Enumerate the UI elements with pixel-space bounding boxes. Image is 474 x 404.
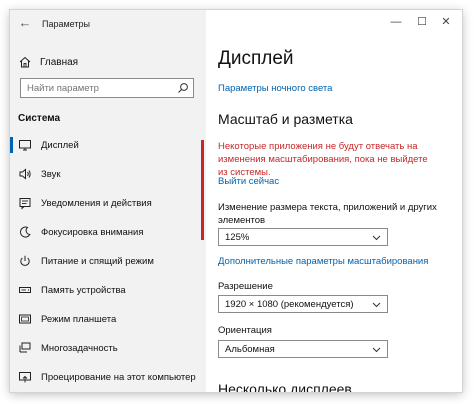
sidebar-item-label: Дисплей: [41, 139, 79, 151]
search-input[interactable]: [27, 81, 177, 95]
sidebar-item-label: Многозадачность: [41, 342, 118, 354]
sidebar: ← Параметры Главная Система Ди: [10, 10, 206, 392]
resolution-dropdown[interactable]: 1920 × 1080 (рекомендуется): [218, 295, 388, 313]
notifications-icon: [19, 198, 31, 210]
sidebar-item-label: Память устройства: [41, 284, 126, 296]
scaling-warning: Некоторые приложения не будут отвечать н…: [218, 141, 428, 178]
tablet-mode-icon: [19, 314, 31, 324]
signout-link[interactable]: Выйти сейчас: [218, 176, 279, 187]
search-box[interactable]: [20, 78, 194, 98]
orientation-dropdown[interactable]: Альбомная: [218, 340, 388, 358]
night-light-link[interactable]: Параметры ночного света: [218, 83, 332, 94]
sidebar-item-label: Питание и спящий режим: [41, 255, 154, 267]
display-icon: [19, 140, 31, 151]
sidebar-item-label: Фокусировка внимания: [41, 226, 144, 238]
scale-heading: Масштаб и разметка: [218, 111, 353, 127]
orientation-value: Альбомная: [225, 344, 275, 355]
sidebar-item-storage[interactable]: Память устройства: [10, 279, 206, 301]
sidebar-item-label: Режим планшета: [41, 313, 117, 325]
minimize-icon[interactable]: —: [386, 14, 406, 30]
text-size-dropdown[interactable]: 125%: [218, 228, 388, 246]
home-icon: [19, 56, 31, 68]
orientation-label: Ориентация: [218, 325, 272, 336]
sidebar-item-projecting[interactable]: Проецирование на этот компьютер: [10, 366, 206, 388]
advanced-scaling-link[interactable]: Дополнительные параметры масштабирования: [218, 256, 428, 267]
text-size-value: 125%: [225, 232, 250, 243]
back-arrow-icon[interactable]: ←: [18, 16, 32, 30]
sidebar-item-label: Проецирование на этот компьютер: [41, 371, 196, 383]
power-icon: [20, 255, 30, 266]
storage-icon: [19, 287, 31, 293]
maximize-icon[interactable]: ☐: [412, 14, 432, 30]
section-title: Система: [18, 113, 61, 124]
selection-accent-strip: [201, 140, 204, 240]
chevron-down-icon: [372, 302, 381, 308]
sound-icon: [19, 168, 31, 180]
sidebar-item-power[interactable]: Питание и спящий режим: [10, 250, 206, 272]
app-title: Параметры: [42, 19, 90, 29]
focus-assist-icon: [19, 226, 31, 238]
resolution-value: 1920 × 1080 (рекомендуется): [225, 299, 354, 310]
search-icon[interactable]: [177, 82, 189, 94]
multiple-displays-heading: Несколько дисплеев: [218, 381, 352, 392]
chevron-down-icon: [372, 235, 381, 241]
chevron-down-icon: [372, 347, 381, 353]
sidebar-item-label: Звук: [41, 168, 61, 180]
home-label: Главная: [40, 56, 79, 68]
sidebar-item-multitasking[interactable]: Многозадачность: [10, 337, 206, 359]
home-link[interactable]: Главная: [18, 54, 78, 70]
sidebar-item-sound[interactable]: Звук: [10, 163, 206, 185]
sidebar-item-tablet-mode[interactable]: Режим планшета: [10, 308, 206, 330]
text-size-label: Изменение размера текста, приложений и д…: [218, 202, 437, 226]
resolution-label: Разрешение: [218, 281, 273, 292]
sidebar-item-notifications[interactable]: Уведомления и действия: [10, 192, 206, 214]
multitasking-icon: [19, 342, 31, 353]
sidebar-item-label: Уведомления и действия: [41, 197, 152, 209]
page-title: Дисплей: [218, 48, 294, 69]
close-icon[interactable]: ✕: [436, 14, 456, 30]
sidebar-item-display[interactable]: Дисплей: [10, 134, 206, 156]
projecting-icon: [19, 372, 31, 383]
settings-window: ← Параметры Главная Система Ди: [10, 10, 462, 392]
main-content: — ☐ ✕ Дисплей Параметры ночного света Ма…: [206, 10, 462, 392]
sidebar-item-focus-assist[interactable]: Фокусировка внимания: [10, 221, 206, 243]
